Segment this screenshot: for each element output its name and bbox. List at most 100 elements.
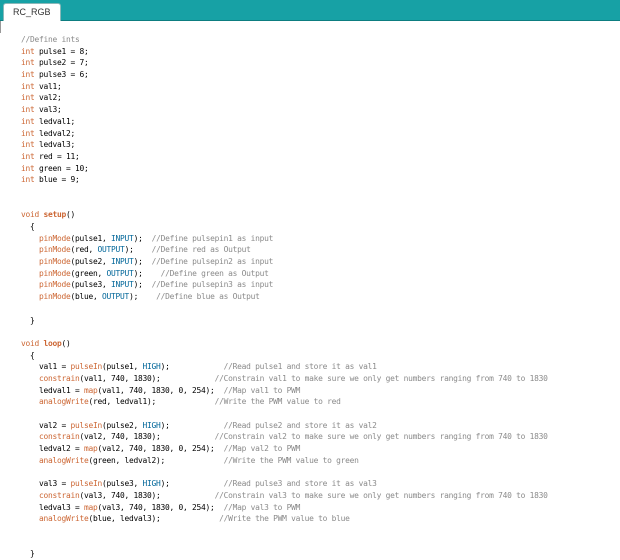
code-line: pinMode(pulse1, INPUT); //Define pulsepi… <box>21 233 548 245</box>
code-line: val3 = pulseIn(pulse3, HIGH); //Read pul… <box>21 478 548 490</box>
code-token: int <box>21 151 35 161</box>
code-token: pulseIn <box>70 420 103 430</box>
code-comment: //Map val3 to PWM <box>223 502 301 512</box>
code-token: ); <box>124 245 152 255</box>
code-token: constrain <box>39 490 80 500</box>
code-token: ); <box>160 362 224 372</box>
code-token: INPUT <box>111 233 134 243</box>
code-comment: //Map val2 to PWM <box>223 444 301 454</box>
code-token: pulse3 = 6; <box>34 70 89 80</box>
code-line: int pulse3 = 6; <box>21 69 548 81</box>
code-token: val3; <box>34 105 62 115</box>
code-token: (val2, 740, 1830, 0, 254); <box>97 444 224 454</box>
code-comment: //Constrain val1 to make sure we only ge… <box>214 373 548 383</box>
code-token: (pulse2, <box>70 257 112 267</box>
code-token: int <box>21 70 35 80</box>
code-token: setup <box>43 210 67 220</box>
code-token: analogWrite <box>39 397 89 407</box>
code-token: (val3, 740, 1830); <box>79 490 215 500</box>
code-comment: //Define pulsepin1 as input <box>151 233 274 243</box>
code-token: pinMode <box>39 233 71 243</box>
code-token: green = 10; <box>34 163 89 173</box>
code-comment: //Define ints <box>21 35 80 44</box>
code-token: ); <box>133 257 152 267</box>
code-token: ); <box>133 268 161 278</box>
code-line: int pulse2 = 7; <box>21 57 548 69</box>
code-token: ); <box>160 420 224 430</box>
code-token: (green, ledval2); <box>88 455 224 465</box>
code-line: void setup() <box>21 209 548 221</box>
code-line: constrain(val2, 740, 1830); //Constrain … <box>21 431 548 443</box>
code-token: (pulse3, <box>102 479 143 489</box>
code-comment: //Read pulse2 and store it as val2 <box>223 420 377 430</box>
code-line: int ledval3; <box>21 139 548 151</box>
tab-rc-rgb[interactable]: RC_RGB <box>3 3 61 21</box>
code-token: pinMode <box>39 268 71 278</box>
code-token: OUTPUT <box>102 292 130 302</box>
code-comment: //Write the PWM value to red <box>214 397 341 407</box>
code-token: ); <box>133 233 152 243</box>
code-line: val1 = pulseIn(pulse1, HIGH); //Read pul… <box>21 361 548 373</box>
code-comment: //Map val1 to PWM <box>223 385 301 395</box>
code-token: ); <box>133 280 152 290</box>
code-token: map <box>84 385 98 395</box>
code-token: int <box>21 93 35 103</box>
code-token: () <box>66 210 76 220</box>
code-comment: //Define pulsepin3 as input <box>151 280 274 290</box>
code-token: ledval3; <box>34 140 76 150</box>
code-token: (pulse1, <box>70 233 112 243</box>
code-line: analogWrite(blue, ledval3); //Write the … <box>21 513 548 525</box>
code-line: pinMode(red, OUTPUT); //Define red as Ou… <box>21 244 548 256</box>
code-line: { <box>21 221 548 233</box>
code-token: analogWrite <box>39 514 89 524</box>
tab-bar: RC_RGB <box>0 0 620 21</box>
code-line: int ledval1; <box>21 116 548 128</box>
code-line: ledval3 = map(val3, 740, 1830, 0, 254); … <box>21 502 548 514</box>
code-token: () <box>61 338 71 348</box>
code-token: ledval1; <box>34 116 76 126</box>
code-token: int <box>21 116 35 126</box>
code-token: int <box>21 175 35 185</box>
code-line: pinMode(green, OUTPUT); //Define green a… <box>21 268 548 280</box>
code-token: int <box>21 81 35 91</box>
code-token: val3 = <box>21 479 71 489</box>
code-line: int green = 10; <box>21 163 548 175</box>
code-line: int red = 11; <box>21 151 548 163</box>
code-line: { <box>21 350 548 362</box>
code-token: (val1, 740, 1830); <box>79 373 215 383</box>
code-editor[interactable]: //Define ints int pulse1 = 8; int pulse2 =… <box>0 21 620 558</box>
code-comment: //Constrain val2 to make sure we only ge… <box>214 432 548 442</box>
code-token: val2 = <box>21 420 71 430</box>
code-token: int <box>21 128 35 138</box>
code-token: ); <box>160 479 224 489</box>
code-token: ledval1 = <box>21 385 85 395</box>
code-token: map <box>84 502 98 512</box>
code-token: pulse2 = 7; <box>34 58 89 68</box>
code-token: val1; <box>34 81 62 91</box>
code-token: analogWrite <box>39 455 89 465</box>
code-line: ledval2 = map(val2, 740, 1830, 0, 254); … <box>21 443 548 455</box>
code-line: val2 = pulseIn(pulse2, HIGH); //Read pul… <box>21 420 548 432</box>
code-line: } <box>21 315 548 327</box>
code-token: ledval2 = <box>21 444 85 454</box>
code-token: int <box>21 58 35 68</box>
code-line: pinMode(blue, OUTPUT); //Define blue as … <box>21 291 548 303</box>
code-token: constrain <box>39 432 80 442</box>
code-token: (blue, ledval3); <box>88 514 220 524</box>
code-token: HIGH <box>142 420 161 430</box>
code-token: (red, ledval1); <box>88 397 215 407</box>
code-token: (pulse3, <box>70 280 112 290</box>
